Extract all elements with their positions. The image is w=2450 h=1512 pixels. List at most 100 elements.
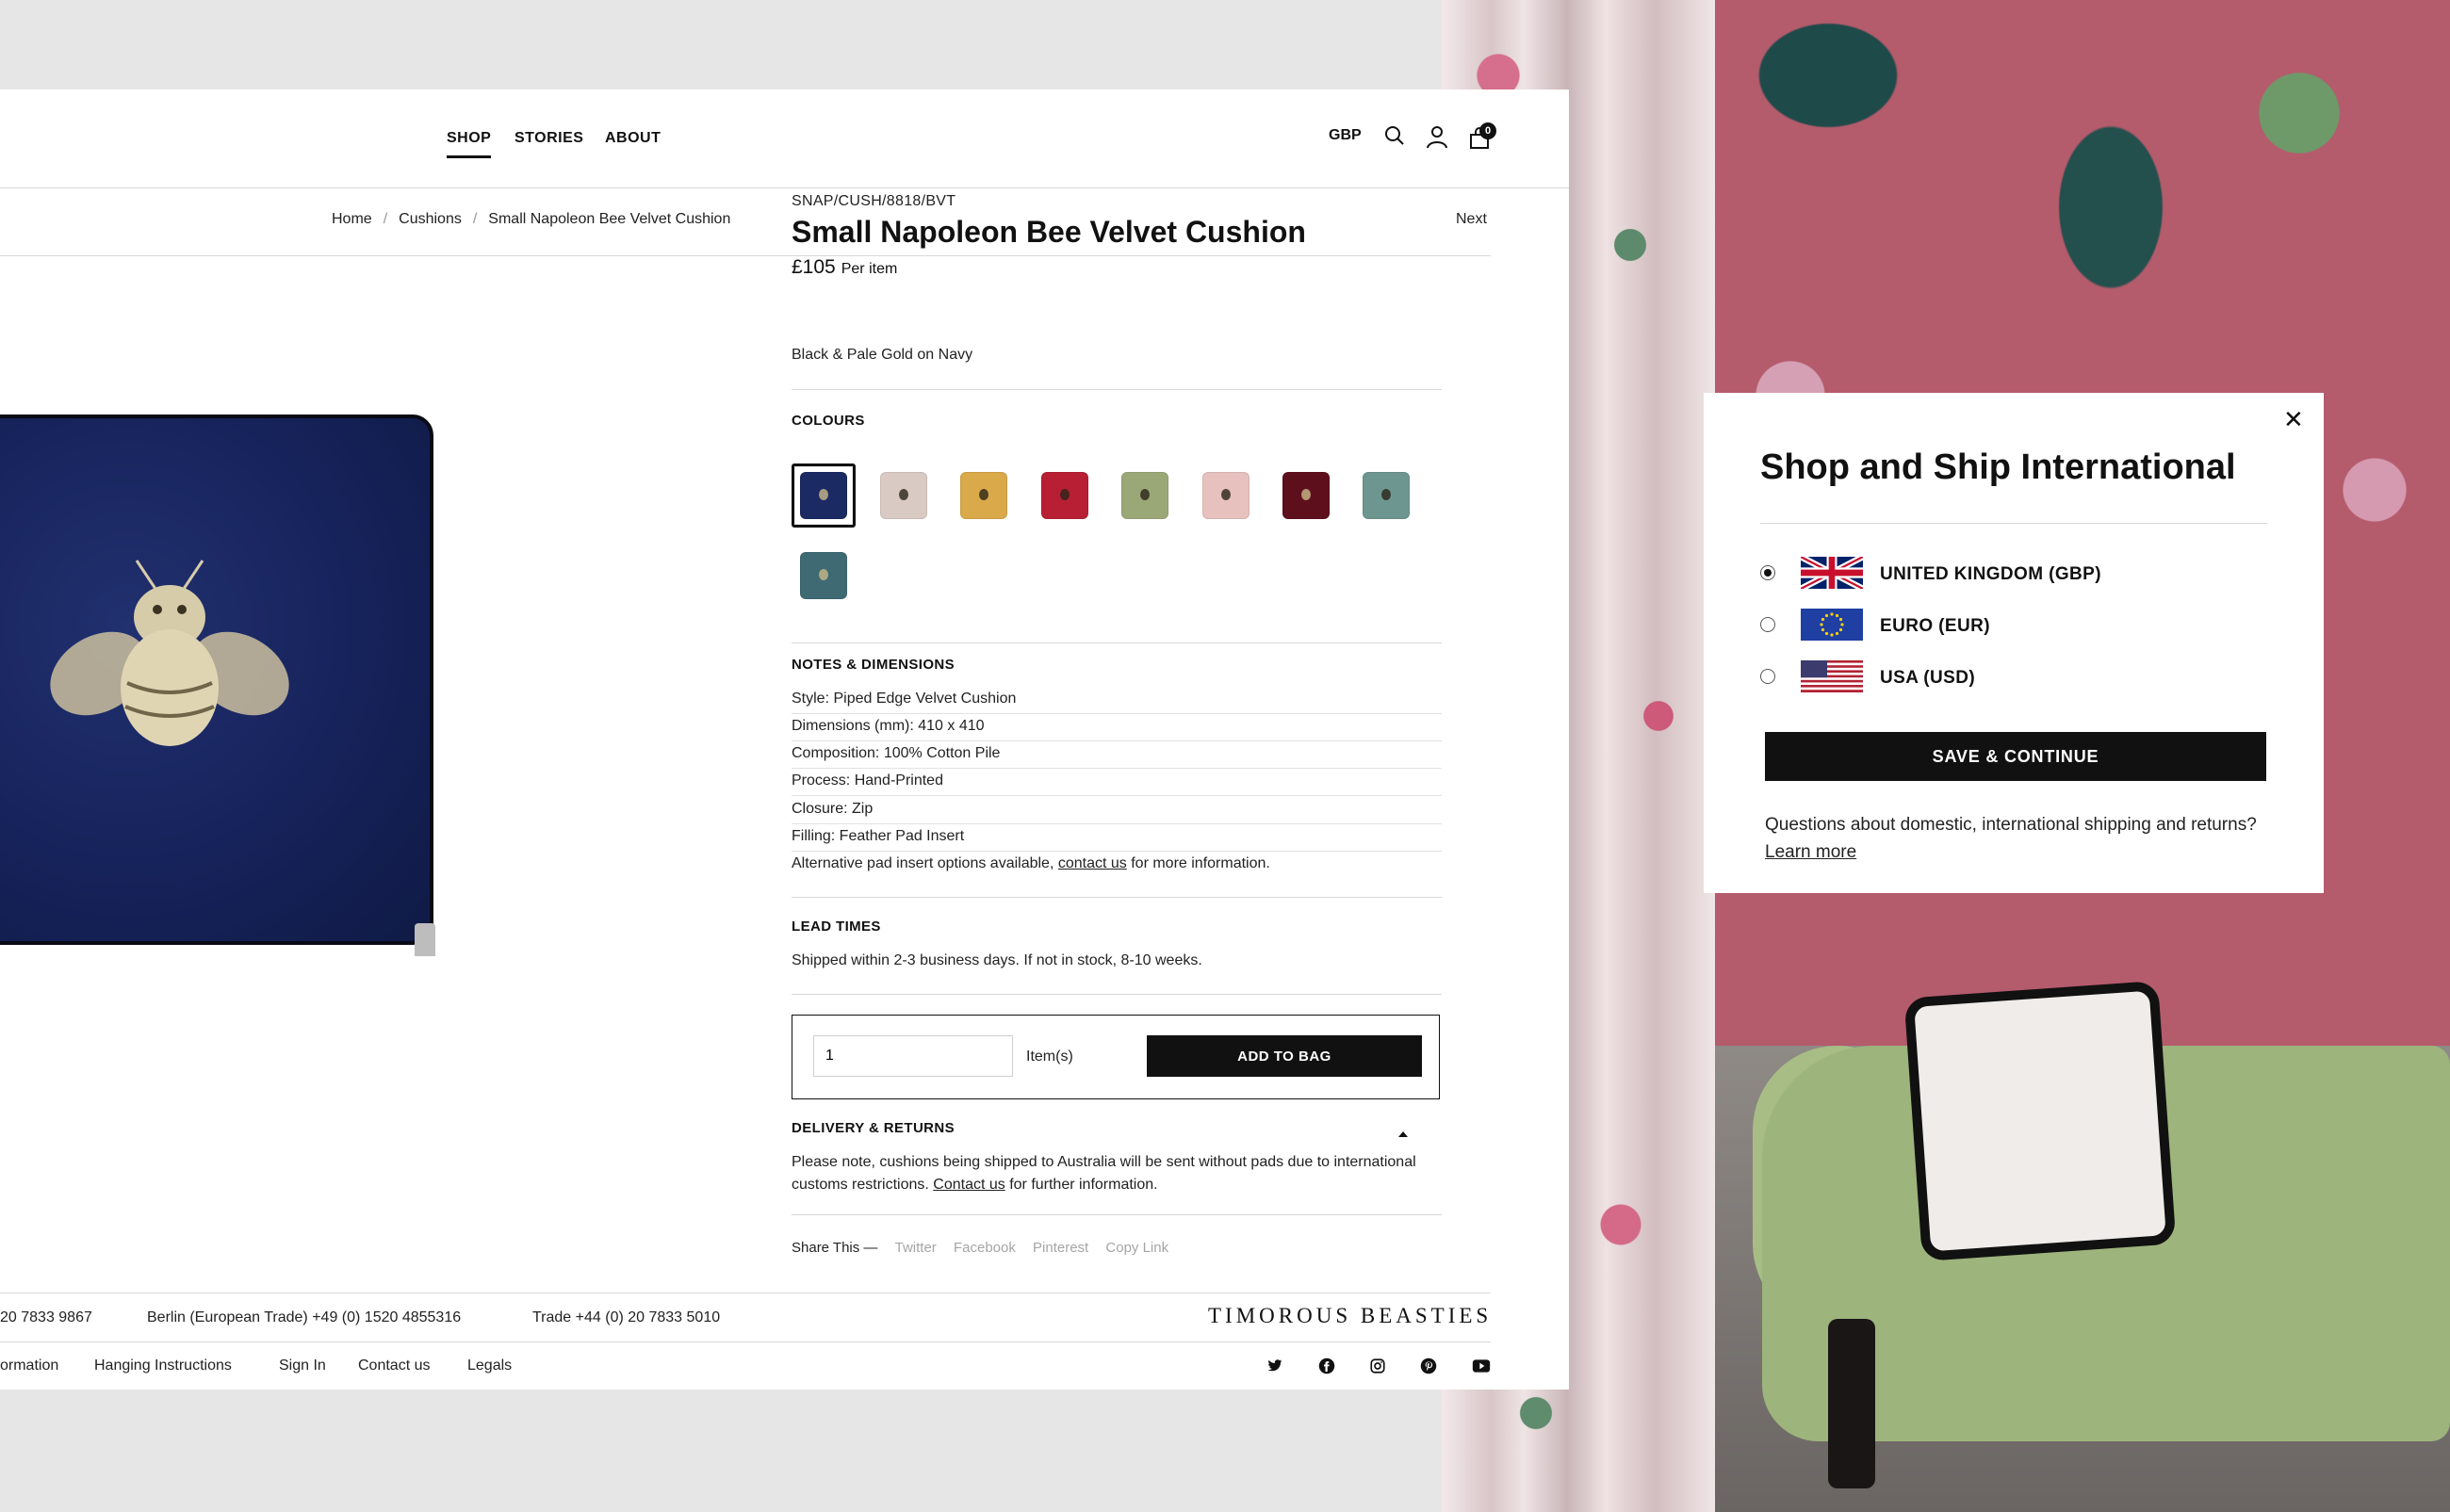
colours-heading: COLOURS xyxy=(792,413,865,429)
product-sku: SNAP/CUSH/8818/BVT xyxy=(792,193,956,209)
breadcrumb-current: Small Napoleon Bee Velvet Cushion xyxy=(488,211,731,227)
swatch-bee xyxy=(819,569,828,580)
share-label: Share This — xyxy=(792,1240,878,1256)
close-icon[interactable]: ✕ xyxy=(2283,407,2304,431)
international-shipping-modal: ✕ Shop and Ship International UNITED KIN… xyxy=(1704,393,2324,893)
shipping-help-note: Questions about domestic, international … xyxy=(1765,811,2274,866)
delivery-returns-text: Please note, cushions being shipped to A… xyxy=(792,1151,1442,1196)
divider xyxy=(1760,523,2267,524)
divider xyxy=(0,1341,1491,1342)
divider xyxy=(792,389,1442,390)
note-composition: Composition: 100% Cotton Pile xyxy=(792,745,1442,769)
lead-times-heading: LEAD TIMES xyxy=(792,919,881,935)
swatch-bee xyxy=(1140,489,1150,500)
brand-logo[interactable]: TIMOROUS BEASTIES xyxy=(1208,1304,1492,1328)
divider xyxy=(0,187,1569,188)
lead-times-text: Shipped within 2-3 business days. If not… xyxy=(792,952,1202,968)
quantity-input[interactable] xyxy=(813,1035,1013,1077)
currency-selector[interactable]: GBP xyxy=(1329,127,1362,144)
colour-swatch-3[interactable] xyxy=(960,472,1007,519)
facebook-icon[interactable] xyxy=(1318,1358,1335,1374)
delivery-returns-heading[interactable]: DELIVERY & RETURNS xyxy=(792,1120,955,1136)
twitter-icon[interactable] xyxy=(1266,1358,1283,1374)
top-navigation: SHOP STORIES ABOUT GBP 0 xyxy=(0,89,1569,187)
note-alt-prefix: Alternative pad insert options available… xyxy=(792,855,1058,871)
breadcrumb-cushions[interactable]: Cushions xyxy=(399,211,462,227)
youtube-icon[interactable] xyxy=(1472,1358,1491,1374)
account-icon[interactable] xyxy=(1426,124,1448,149)
footer-berlin: Berlin (European Trade) +49 (0) 1520 485… xyxy=(147,1309,462,1325)
footer-hanging-link[interactable]: Hanging Instructions xyxy=(94,1358,232,1374)
instagram-icon[interactable] xyxy=(1369,1358,1386,1374)
footer-information-link[interactable]: ormation xyxy=(0,1358,58,1374)
share-twitter[interactable]: Twitter xyxy=(895,1240,937,1256)
colour-swatch-1[interactable] xyxy=(800,472,847,519)
footer-phone: 20 7833 9867 xyxy=(0,1309,92,1325)
colour-swatch-6[interactable] xyxy=(1202,472,1250,519)
search-icon[interactable] xyxy=(1383,124,1406,147)
nav-stories[interactable]: STORIES xyxy=(514,130,583,147)
divider xyxy=(792,897,1442,898)
colour-swatch-7[interactable] xyxy=(1282,472,1330,519)
cart-count-badge: 0 xyxy=(1479,122,1496,139)
swatch-bee xyxy=(819,489,828,500)
share-pinterest[interactable]: Pinterest xyxy=(1033,1240,1088,1256)
price-value: £105 xyxy=(792,256,836,278)
bee-motif xyxy=(50,560,289,746)
swatch-bee xyxy=(1221,489,1231,500)
share-facebook[interactable]: Facebook xyxy=(954,1240,1016,1256)
next-product-link[interactable]: Next xyxy=(1456,211,1487,228)
radio-euro[interactable] xyxy=(1760,617,1775,632)
footer-contact-link[interactable]: Contact us xyxy=(358,1358,430,1374)
eu-flag-icon xyxy=(1801,609,1863,641)
nav-about[interactable]: ABOUT xyxy=(605,130,661,147)
swatch-bee xyxy=(1060,489,1070,500)
beetle-cushion xyxy=(1903,980,2177,1262)
learn-more-link[interactable]: Learn more xyxy=(1765,842,1856,862)
swatch-bee xyxy=(899,489,908,500)
notes-heading: NOTES & DIMENSIONS xyxy=(792,657,956,673)
option-label: UNITED KINGDOM (GBP) xyxy=(1880,564,2101,584)
swatch-bee xyxy=(1381,489,1391,500)
modal-title: Shop and Ship International xyxy=(1760,447,2236,487)
footer-signin-link[interactable]: Sign In xyxy=(279,1358,326,1374)
divider xyxy=(792,994,1442,995)
colour-swatch-9[interactable] xyxy=(800,552,847,599)
share-copy-link[interactable]: Copy Link xyxy=(1105,1240,1168,1256)
swatch-bee xyxy=(979,489,988,500)
nav-shop[interactable]: SHOP xyxy=(447,130,492,158)
note-process: Process: Hand-Printed xyxy=(792,772,1442,796)
product-image[interactable] xyxy=(0,415,443,956)
colour-swatch-8[interactable] xyxy=(1363,472,1410,519)
radio-usa[interactable] xyxy=(1760,669,1775,684)
pinterest-icon[interactable] xyxy=(1420,1358,1437,1374)
note-closure: Closure: Zip xyxy=(792,801,1442,824)
contact-us-link[interactable]: contact us xyxy=(1058,855,1127,871)
save-continue-button[interactable]: SAVE & CONTINUE xyxy=(1765,732,2266,781)
note-alt-suffix: for more information. xyxy=(1126,855,1270,871)
add-to-bag-panel: Item(s) ADD TO BAG xyxy=(792,1015,1440,1099)
colour-swatch-2[interactable] xyxy=(880,472,927,519)
colour-swatch-5[interactable] xyxy=(1121,472,1168,519)
uk-flag-icon xyxy=(1801,557,1863,589)
breadcrumb: Home / Cushions / Small Napoleon Bee Velvet … xyxy=(332,211,731,227)
contact-us-link[interactable]: Contact us xyxy=(933,1177,1004,1193)
footer-legals-link[interactable]: Legals xyxy=(467,1358,512,1374)
radio-united-kingdom[interactable] xyxy=(1760,565,1775,580)
price-unit: Per item xyxy=(841,261,898,277)
share-bar: Share This — Twitter Facebook Pinterest … xyxy=(792,1240,1168,1256)
note-dimensions: Dimensions (mm): 410 x 410 xyxy=(792,718,1442,741)
collapse-caret-icon[interactable] xyxy=(1398,1131,1408,1137)
sofa-leg xyxy=(1828,1319,1875,1488)
add-to-bag-button[interactable]: ADD TO BAG xyxy=(1147,1035,1422,1077)
option-label: EURO (EUR) xyxy=(1880,616,1990,636)
selected-colour-name: Black & Pale Gold on Navy xyxy=(792,347,973,363)
items-label: Item(s) xyxy=(1026,1049,1073,1065)
product-price: £105 Per item xyxy=(792,256,897,279)
divider xyxy=(792,1214,1442,1215)
brand-tag xyxy=(415,923,435,956)
colour-swatch-4[interactable] xyxy=(1041,472,1088,519)
note-style: Style: Piped Edge Velvet Cushion xyxy=(792,691,1442,714)
breadcrumb-home[interactable]: Home xyxy=(332,211,372,227)
delivery-text-suffix: for further information. xyxy=(1004,1177,1158,1193)
